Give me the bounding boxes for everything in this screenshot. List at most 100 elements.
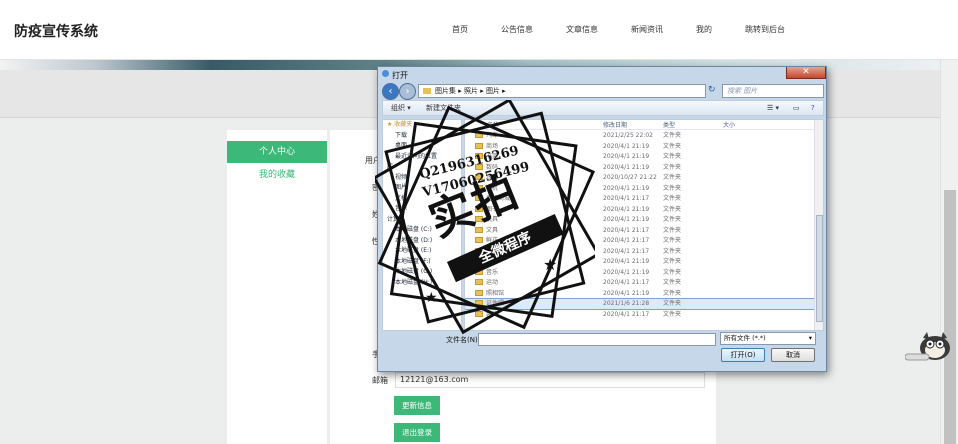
file-date-cell: 2020/4/1 21:19 xyxy=(603,163,650,171)
folder-icon xyxy=(475,289,483,296)
nav-notices[interactable]: 公告信息 xyxy=(501,24,533,35)
logout-button[interactable]: 退出登录 xyxy=(394,423,440,442)
folder-icon xyxy=(475,142,483,149)
menu-personal-center[interactable]: 个人中心 xyxy=(227,141,327,163)
file-date-cell: 2021/2/25 22:02 xyxy=(603,132,653,139)
file-date-cell: 2020/4/1 21:17 xyxy=(603,226,650,234)
file-type-cell: 文件夹 xyxy=(663,268,682,276)
nav-articles[interactable]: 文章信息 xyxy=(566,24,598,35)
favorites-node[interactable]: ★ 收藏夹 xyxy=(383,120,461,131)
file-date-cell: 2021/1/6 21:28 xyxy=(603,300,650,307)
file-date-cell: 2020/4/1 21:19 xyxy=(603,184,650,192)
refresh-icon[interactable]: ↻ xyxy=(708,85,716,95)
path-seg-3[interactable]: 图片 xyxy=(486,87,500,95)
file-type-cell: 文件夹 xyxy=(663,216,682,223)
nav-news[interactable]: 新闻资讯 xyxy=(631,24,663,35)
folder-icon xyxy=(475,300,483,306)
file-date-cell: 2020/4/1 21:19 xyxy=(603,142,650,150)
dropdown-arrow-icon: ▾ xyxy=(808,334,812,342)
nav-links: 首页 公告信息 文章信息 新闻资讯 我的 跳转到后台 xyxy=(452,24,818,35)
file-list-scrollbar[interactable] xyxy=(814,120,823,330)
file-name-cell: 汽车 xyxy=(475,131,498,141)
help-icon[interactable]: ? xyxy=(811,101,815,115)
file-date-cell: 2020/4/1 21:19 xyxy=(603,216,650,223)
dialog-toolbar: 组织 ▾ 新建文件夹 ☰ ▾ ▭ ? xyxy=(382,100,824,116)
preview-pane-icon[interactable]: ▭ xyxy=(793,101,800,115)
forward-arrow-icon[interactable]: › xyxy=(399,83,416,100)
file-row[interactable]: 运动 2020/4/1 21:17 文件夹 xyxy=(465,278,815,288)
file-list-header: 名称 修改日期 类型 大小 xyxy=(465,120,815,130)
tree-desktop[interactable]: 桌面 xyxy=(383,141,461,152)
nav-home[interactable]: 首页 xyxy=(452,24,468,35)
file-list-scrollbar-thumb[interactable] xyxy=(816,215,823,322)
folder-icon xyxy=(423,88,431,94)
file-type-cell: 文件夹 xyxy=(663,300,682,307)
file-type-cell: 文件夹 xyxy=(663,153,682,160)
address-bar[interactable]: 图片集 ▸ 照片 ▸ 图片 ▸ xyxy=(418,84,706,98)
col-type[interactable]: 类型 xyxy=(663,120,675,129)
file-row[interactable]: 证件照 2021/1/6 21:28 文件夹 xyxy=(465,298,816,310)
new-folder-button[interactable]: 新建文件夹 xyxy=(426,101,461,115)
menu-my-favorites[interactable]: 我的收藏 xyxy=(227,167,327,180)
file-name-cell: 证件照 xyxy=(475,299,504,309)
view-menu-icon[interactable]: ☰ ▾ xyxy=(767,101,779,115)
folder-icon xyxy=(475,310,483,317)
back-arrow-icon[interactable]: ‹ xyxy=(382,83,399,100)
file-type-cell: 文件夹 xyxy=(663,195,682,202)
folder-icon xyxy=(475,132,483,138)
file-type-cell: 文件夹 xyxy=(663,142,682,150)
path-seg-2[interactable]: 照片 xyxy=(464,87,478,95)
file-row[interactable]: 汽车 2021/2/25 22:02 文件夹 xyxy=(465,131,815,141)
path-seg-1[interactable]: 图片集 xyxy=(435,87,456,95)
file-type-cell: 文件夹 xyxy=(663,237,682,244)
file-date-cell: 2020/4/1 21:19 xyxy=(603,205,650,213)
cat-mascot-icon xyxy=(905,332,950,361)
file-name-cell: 运动 xyxy=(475,278,498,288)
file-date-cell: 2020/4/1 21:17 xyxy=(603,195,650,202)
filetype-value: 所有文件 (*.*) xyxy=(724,334,766,342)
file-type-cell: 文件夹 xyxy=(663,163,682,171)
dialog-search-input[interactable]: 搜索 图片 xyxy=(722,84,824,98)
file-date-cell: 2020/4/1 21:19 xyxy=(603,289,650,297)
filetype-select[interactable]: 所有文件 (*.*) ▾ xyxy=(720,332,816,345)
col-size[interactable]: 大小 xyxy=(723,120,735,129)
file-row[interactable]: 照相馆 2020/4/1 21:19 文件夹 xyxy=(465,289,815,299)
file-type-cell: 文件夹 xyxy=(663,289,682,297)
file-type-cell: 文件夹 xyxy=(663,247,682,255)
organize-button[interactable]: 组织 ▾ xyxy=(391,101,411,115)
file-row[interactable]: 药品2020/4/1 21:19文件夹 xyxy=(465,257,815,267)
file-type-cell: 文件夹 xyxy=(663,132,682,139)
filename-label: 文件名(N): xyxy=(446,336,481,344)
update-info-button[interactable]: 更新信息 xyxy=(394,396,440,415)
top-navbar: 防疫宣传系统 首页 公告信息 文章信息 新闻资讯 我的 跳转到后台 xyxy=(0,0,958,60)
site-logo[interactable]: 防疫宣传系统 xyxy=(14,21,98,41)
tree-drive-h[interactable]: 本地磁盘 (H:) xyxy=(383,278,461,289)
col-name[interactable]: 名称 xyxy=(487,120,499,129)
nav-admin[interactable]: 跳转到后台 xyxy=(745,24,785,35)
page-scrollbar-thumb[interactable] xyxy=(944,190,956,444)
folder-icon xyxy=(475,279,483,285)
file-type-cell: 文件夹 xyxy=(663,174,682,181)
file-type-cell: 文件夹 xyxy=(663,258,682,265)
filename-input[interactable] xyxy=(478,333,716,346)
page-scrollbar[interactable] xyxy=(940,60,958,444)
file-row[interactable]: 装饰 2020/4/1 21:17 文件夹 xyxy=(465,310,815,320)
tree-drive-e[interactable]: 本地磁盘 (E:) xyxy=(383,246,461,257)
file-name-cell: 装饰 xyxy=(475,310,498,320)
nav-mine[interactable]: 我的 xyxy=(696,24,712,35)
cancel-button[interactable]: 取消 xyxy=(771,348,815,362)
open-button[interactable]: 打开(O) xyxy=(721,348,765,362)
file-date-cell: 2020/4/1 21:17 xyxy=(603,279,650,286)
col-date[interactable]: 修改日期 xyxy=(603,120,627,129)
tree-downloads[interactable]: 下载 xyxy=(383,131,461,142)
file-type-cell: 文件夹 xyxy=(663,205,682,213)
file-date-cell: 2020/4/1 21:17 xyxy=(603,237,650,244)
file-type-cell: 文件夹 xyxy=(663,226,682,234)
email-input[interactable]: 12121@163.com xyxy=(395,372,705,388)
file-date-cell: 2020/4/1 21:17 xyxy=(603,247,650,255)
file-date-cell: 2020/4/1 21:17 xyxy=(603,310,650,318)
file-name-cell: 照相馆 xyxy=(475,289,504,299)
browser-icon xyxy=(382,70,389,77)
dialog-close-button[interactable]: ✕ xyxy=(786,67,826,79)
file-row[interactable]: 音乐 2020/4/1 21:19 文件夹 xyxy=(465,268,815,278)
